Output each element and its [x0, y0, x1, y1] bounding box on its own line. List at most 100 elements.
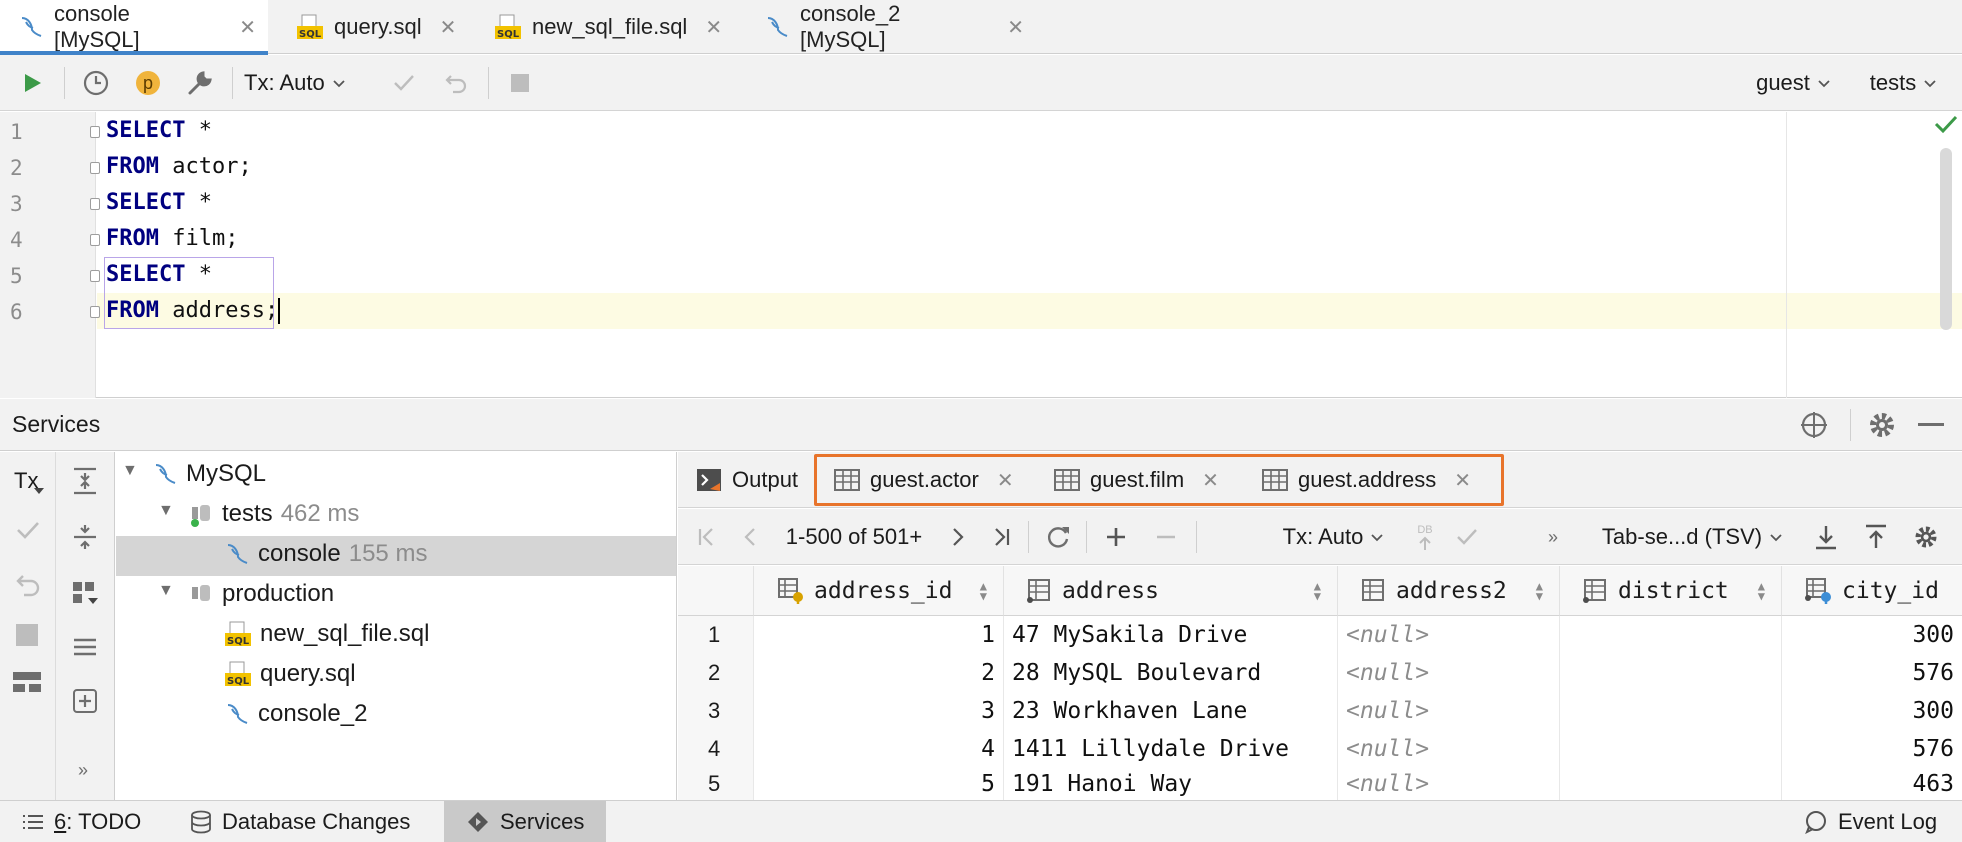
close-icon[interactable]: ✕ [440, 15, 457, 40]
cell-address2[interactable]: <null> [1338, 730, 1560, 768]
fold-marker[interactable] [90, 126, 100, 138]
cell-district[interactable] [1560, 616, 1782, 654]
close-icon[interactable]: ✕ [1202, 468, 1219, 493]
tree-node-new-sql-file[interactable]: SQL new_sql_file.sql [224, 614, 429, 654]
cell-district[interactable] [1560, 654, 1782, 692]
database-changes-tool-button[interactable]: Database Changes [190, 801, 410, 842]
column-header-address-id[interactable]: address_id ▲ ▼ [754, 566, 1004, 616]
stop-button[interactable] [502, 55, 538, 111]
cell-address[interactable]: 191 Hanoi Way [1004, 768, 1338, 800]
stop-button[interactable] [16, 624, 38, 646]
download-button[interactable] [1806, 509, 1846, 565]
fold-marker[interactable] [90, 306, 100, 318]
sort-icon[interactable]: ▲ ▼ [980, 580, 987, 602]
sort-icon[interactable]: ▲ ▼ [1314, 580, 1321, 602]
rollback-button[interactable] [14, 570, 42, 598]
filter-button[interactable] [70, 632, 100, 662]
expand-arrow-icon[interactable]: ▼ [158, 582, 174, 600]
cell-address-id[interactable]: 1 [754, 616, 1004, 654]
tx-button[interactable]: Tx [14, 468, 44, 494]
close-icon[interactable]: ✕ [705, 15, 722, 40]
delete-row-button[interactable] [1146, 509, 1186, 565]
cell-city-id[interactable]: 463 [1782, 768, 1962, 800]
column-header-district[interactable]: district ▲ ▼ [1560, 566, 1782, 616]
cell-address2[interactable]: <null> [1338, 654, 1560, 692]
refresh-button[interactable] [1038, 509, 1078, 565]
cell-city-id[interactable]: 300 [1782, 692, 1962, 730]
tab-output[interactable]: Output [696, 452, 798, 508]
cell-city-id[interactable]: 576 [1782, 654, 1962, 692]
sort-icon[interactable]: ▲ ▼ [1536, 580, 1543, 602]
tree-node-console-2[interactable]: console_2 [224, 694, 367, 734]
add-service-button[interactable] [70, 686, 100, 716]
tx-mode-dropdown[interactable]: Tx: Auto [1272, 509, 1396, 565]
more-chevron-icon[interactable]: » [78, 760, 88, 781]
expand-all-button[interactable] [70, 466, 100, 496]
cell-address2[interactable]: <null> [1338, 692, 1560, 730]
expand-arrow-icon[interactable]: ▼ [122, 462, 138, 480]
row-number[interactable]: 1 [678, 616, 754, 654]
todo-tool-button[interactable]: 6: TODO [22, 801, 141, 842]
user-dropdown[interactable]: guest [1748, 55, 1840, 111]
schema-dropdown[interactable]: tests [1858, 55, 1950, 111]
cell-address[interactable]: 28 MySQL Boulevard [1004, 654, 1338, 692]
cell-address[interactable]: 47 MySakila Drive [1004, 616, 1338, 654]
collapse-all-button[interactable] [70, 522, 100, 552]
tree-node-production[interactable]: production [188, 574, 334, 614]
tab-guest-actor[interactable]: guest.actor ✕ [834, 452, 1014, 508]
first-page-button[interactable] [690, 509, 724, 565]
layout-button[interactable] [12, 670, 42, 694]
expand-arrow-icon[interactable]: ▼ [158, 502, 174, 520]
commit-button[interactable] [14, 516, 42, 544]
editor-scrollbar[interactable] [1940, 148, 1952, 330]
sort-icon[interactable]: ▲ ▼ [1758, 580, 1765, 602]
event-log-button[interactable]: Event Log [1804, 801, 1937, 842]
rollback-button[interactable] [438, 55, 474, 111]
fold-marker[interactable] [90, 162, 100, 174]
close-icon[interactable]: ✕ [1454, 468, 1471, 493]
tab-guest-film[interactable]: guest.film ✕ [1054, 452, 1219, 508]
execute-button[interactable] [12, 55, 52, 111]
column-header-address[interactable]: address ▲ ▼ [1004, 566, 1338, 616]
cell-address-id[interactable]: 5 [754, 768, 1004, 800]
prev-page-button[interactable] [734, 509, 768, 565]
cell-address[interactable]: 1411 Lillydale Drive [1004, 730, 1338, 768]
tree-node-mysql[interactable]: MySQL [152, 454, 266, 494]
fold-marker[interactable] [90, 234, 100, 246]
cell-city-id[interactable]: 300 [1782, 616, 1962, 654]
tab-console-mysql[interactable]: console [MySQL] ✕ [0, 0, 268, 55]
cell-district[interactable] [1560, 692, 1782, 730]
settings-wrench-button[interactable] [180, 55, 220, 111]
export-format-dropdown[interactable]: Tab-se...d (TSV) [1592, 509, 1794, 565]
row-number[interactable]: 4 [678, 730, 754, 768]
sql-editor[interactable]: 1 2 3 4 5 6 SELECT * FROM actor; SELECT … [0, 112, 1962, 398]
tab-new-sql-file[interactable]: SQL new_sql_file.sql ✕ [476, 0, 738, 54]
fold-marker[interactable] [90, 198, 100, 210]
close-icon[interactable]: ✕ [997, 468, 1014, 493]
minimize-icon[interactable] [1918, 423, 1944, 426]
cell-address-id[interactable]: 4 [754, 730, 1004, 768]
column-header-address2[interactable]: address2 ▲ ▼ [1338, 566, 1560, 616]
commit-button[interactable] [1450, 509, 1484, 565]
pagination-label[interactable]: 1-500 of 501+ [776, 509, 932, 565]
cell-address-id[interactable]: 2 [754, 654, 1004, 692]
row-number[interactable]: 3 [678, 692, 754, 730]
cell-address-id[interactable]: 3 [754, 692, 1004, 730]
submit-db-button[interactable]: DB [1408, 509, 1442, 565]
cell-district[interactable] [1560, 768, 1782, 800]
close-icon[interactable]: ✕ [239, 15, 256, 40]
tree-node-tests[interactable]: tests 462 ms [188, 494, 359, 534]
close-icon[interactable]: ✕ [1007, 15, 1024, 40]
services-settings-button[interactable] [1866, 409, 1898, 441]
next-page-button[interactable] [940, 509, 974, 565]
cell-address[interactable]: 23 Workhaven Lane [1004, 692, 1338, 730]
upload-button[interactable] [1856, 509, 1896, 565]
cell-city-id[interactable]: 576 [1782, 730, 1962, 768]
commit-button[interactable] [386, 55, 422, 111]
tab-console-2-mysql[interactable]: console_2 [MySQL] ✕ [746, 0, 1036, 54]
last-page-button[interactable] [984, 509, 1018, 565]
history-button[interactable] [76, 55, 116, 111]
more-chevron-icon[interactable]: » [1538, 509, 1568, 565]
tree-node-console[interactable]: console 155 ms [224, 534, 427, 574]
services-tool-button[interactable]: Services [444, 801, 606, 842]
